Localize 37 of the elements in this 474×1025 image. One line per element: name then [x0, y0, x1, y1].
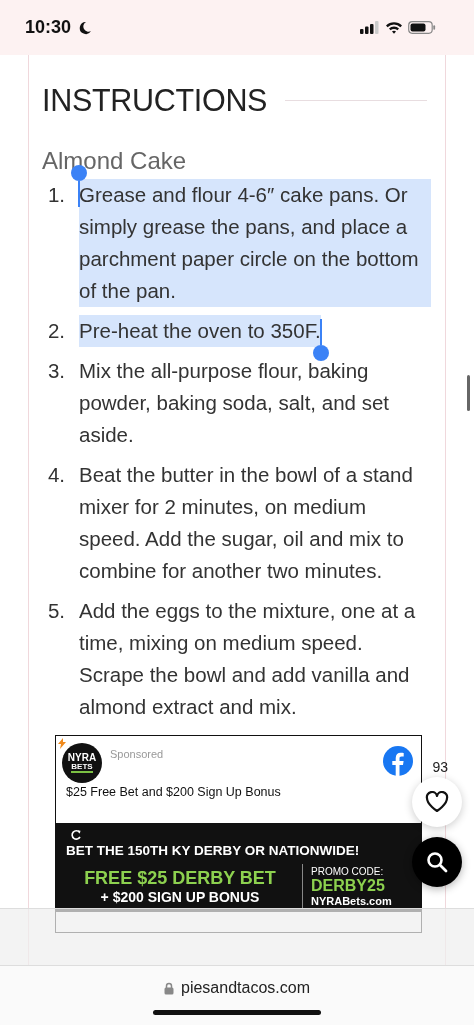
offer-text: FREE $25 DERBY BET: [83, 867, 277, 889]
step-number: 4.: [46, 462, 65, 488]
favorite-button[interactable]: [412, 777, 462, 827]
ad-headline: $25 Free Bet and $200 Sign Up Bonus: [65, 784, 282, 801]
step-text: Pre-heat the oven to 350F.: [79, 315, 321, 347]
brand-logo: NYRA BETS: [62, 743, 102, 783]
offer-text: + $200 SIGN UP BONUS: [99, 888, 261, 905]
promo-code: DERBY25: [311, 876, 386, 895]
step-number: 2.: [46, 318, 65, 344]
lightning-icon: [58, 738, 66, 749]
wifi-icon: [385, 21, 403, 34]
search-icon: [426, 851, 448, 873]
battery-icon: [408, 21, 436, 34]
promo-label: PROMO CODE:: [311, 865, 385, 877]
recipe-subtitle: Almond Cake: [42, 146, 188, 176]
status-time: 10:30: [25, 17, 72, 38]
reload-icon: [70, 829, 82, 841]
step-text: Add the eggs to the mixture, one at a time, mixing on medium speed. Scrape the bowl and add vanilla and almond extract and mix.: [79, 598, 417, 720]
lock-icon: [164, 981, 174, 995]
step-number: 1.: [46, 182, 65, 208]
moon-icon: [78, 20, 93, 35]
heart-icon: [425, 791, 449, 813]
step-text: Grease and flour 4-6″ cake pans. Or simply grease the pans, and place a parchment paper circle on the bottom of the pan.: [79, 179, 431, 307]
banner-title: BET THE 150TH KY DERBY OR NATIONWIDE!: [66, 843, 361, 858]
step-text: Beat the butter in the bowl of a stand mixer for 2 minutes, on medium speed. Add the sugar, oil and mix to combine for another two minutes.: [79, 462, 414, 584]
step-number: 5.: [46, 598, 65, 624]
signal-icon: [360, 21, 380, 34]
facebook-icon: [383, 746, 413, 776]
sponsored-label: Sponsored: [110, 748, 165, 760]
step-text: Mix the all-purpose flour, baking powder, baking soda, salt, and set aside.: [79, 358, 390, 448]
scroll-indicator: [467, 375, 470, 411]
url-text[interactable]: piesandtacos.com: [181, 979, 310, 997]
promo-site: NYRABets.com: [311, 894, 393, 907]
search-button[interactable]: [412, 837, 462, 887]
like-count: 93: [432, 759, 448, 775]
step-number: 3.: [46, 358, 65, 384]
section-title: INSTRUCTIONS: [42, 83, 268, 118]
